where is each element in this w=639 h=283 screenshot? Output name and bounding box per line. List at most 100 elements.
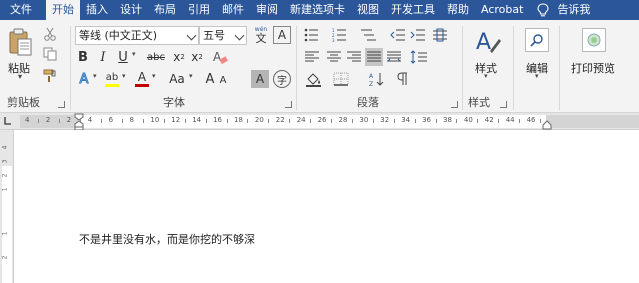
styles-launcher-icon[interactable] <box>500 101 507 108</box>
menu-new-tab[interactable]: 新建选项卡 <box>284 0 351 20</box>
align-right-icon[interactable] <box>345 48 363 66</box>
ruler-tick <box>268 119 269 123</box>
line-spacing-icon[interactable] <box>409 48 429 66</box>
shrink-font-button[interactable]: A <box>217 73 229 88</box>
bullets-icon[interactable] <box>303 26 323 44</box>
char-shading-button[interactable]: A <box>251 70 269 88</box>
ruler-number: 2 <box>66 116 72 124</box>
document-paragraph[interactable]: 不是井里没有水，而是你挖的不够深 <box>79 231 255 247</box>
styles-dropdown-icon[interactable]: ▾ <box>484 72 488 80</box>
menu-references[interactable]: 引用 <box>182 0 216 20</box>
menu-help[interactable]: 帮助 <box>441 0 475 20</box>
text-effect-dropdown-icon[interactable]: ▾ <box>93 72 97 80</box>
lightbulb-icon[interactable] <box>537 0 551 20</box>
grow-font-button[interactable]: A <box>203 70 217 88</box>
font-name-combo[interactable]: 等线 (中文正文) <box>75 26 199 45</box>
chinese-layout-icon[interactable] <box>431 26 449 44</box>
highlight-button[interactable]: ab <box>103 70 121 88</box>
change-case-button[interactable]: Aa <box>166 70 188 88</box>
ruler-number: 16 <box>213 116 223 124</box>
svg-text:Z: Z <box>369 81 373 87</box>
tell-me-search[interactable]: 告诉我 <box>551 0 596 20</box>
search-icon[interactable] <box>525 28 549 52</box>
italic-button[interactable]: I <box>95 48 111 66</box>
menu-review[interactable]: 审阅 <box>250 0 284 20</box>
ruler-tick <box>456 119 457 123</box>
subscript-button[interactable]: x2 <box>171 48 187 66</box>
tab-selector-icon[interactable] <box>3 116 14 127</box>
ruler-tick <box>331 119 332 123</box>
ruler-number: 22 <box>275 116 285 124</box>
char-border-button[interactable]: A <box>273 26 291 44</box>
copy-icon[interactable] <box>42 46 58 62</box>
increase-indent-icon[interactable] <box>409 26 427 44</box>
phonetic-guide-button[interactable]: wén 文 <box>251 24 271 46</box>
distributed-icon[interactable] <box>385 48 403 66</box>
multilevel-list-icon[interactable] <box>359 26 379 44</box>
menu-bar: 文件 开始 插入 设计 布局 引用 邮件 审阅 新建选项卡 视图 开发工具 帮助… <box>0 0 639 20</box>
ruler-tick <box>206 119 207 123</box>
clipboard-launcher-icon[interactable] <box>58 101 65 108</box>
ruler-number: 4 <box>25 116 30 124</box>
menu-insert[interactable]: 插入 <box>80 0 114 20</box>
borders-icon[interactable] <box>331 70 351 88</box>
superscript-button[interactable]: x2 <box>189 48 205 66</box>
ruler-number: 42 <box>484 116 494 124</box>
justify-icon[interactable] <box>365 48 383 66</box>
right-indent-marker[interactable] <box>542 119 552 130</box>
ruler-number: 32 <box>380 116 390 124</box>
subscript-letter: x <box>173 50 181 64</box>
sort-icon[interactable]: AZ <box>367 70 387 88</box>
paragraph-launcher-icon[interactable] <box>451 101 458 108</box>
first-line-indent-marker[interactable] <box>74 113 84 130</box>
menu-home[interactable]: 开始 <box>46 0 80 20</box>
svg-text:3: 3 <box>332 38 335 42</box>
editing-dropdown-icon[interactable]: ▾ <box>535 72 539 80</box>
enclose-char-button[interactable]: 字 <box>273 70 291 88</box>
menu-acrobat[interactable]: Acrobat <box>475 0 529 20</box>
ruler-text-area <box>78 115 546 128</box>
numbering-icon[interactable]: 123 <box>331 26 351 44</box>
menu-view[interactable]: 视图 <box>351 0 385 20</box>
vruler-number: 2 <box>1 255 9 260</box>
editing-group: 编辑 ▾ <box>514 20 559 113</box>
bold-button[interactable]: B <box>75 48 91 66</box>
font-launcher-icon[interactable] <box>285 101 292 108</box>
change-case-dropdown-icon[interactable]: ▾ <box>189 72 193 80</box>
print-preview-label[interactable]: 打印预览 <box>571 60 615 76</box>
print-preview-icon[interactable] <box>582 28 606 52</box>
styles-icon[interactable]: A <box>473 26 503 56</box>
paste-button[interactable] <box>6 26 36 58</box>
text-effect-button[interactable]: A <box>75 70 93 88</box>
font-size-value: 五号 <box>203 29 225 42</box>
ruler-tick <box>373 119 374 123</box>
align-center-icon[interactable] <box>325 48 343 66</box>
document-page[interactable]: 不是井里没有水，而是你挖的不够深 <box>15 131 639 283</box>
menu-mailings[interactable]: 邮件 <box>216 0 250 20</box>
underline-button[interactable]: U <box>115 48 131 66</box>
font-color-dropdown-icon[interactable]: ▾ <box>152 72 156 80</box>
paragraph-group-label: 段落 <box>357 96 379 109</box>
strikethrough-button[interactable]: abc <box>145 48 167 66</box>
menu-design[interactable]: 设计 <box>114 0 148 20</box>
horizontal-ruler[interactable]: 4 2 2 4 6 8 10 12 14 16 18 20 22 24 26 28 30 32 34 36 38 40 42… <box>0 113 639 130</box>
font-size-combo[interactable]: 五号 <box>199 26 247 45</box>
ruler-number: 40 <box>463 116 473 124</box>
clear-formatting-icon[interactable]: A <box>211 48 229 66</box>
format-painter-icon[interactable] <box>42 68 58 84</box>
underline-dropdown-icon[interactable]: ▾ <box>132 50 136 58</box>
font-color-button[interactable]: A <box>133 70 151 88</box>
show-marks-icon[interactable] <box>393 70 413 88</box>
paste-dropdown-icon[interactable]: ▾ <box>18 72 22 81</box>
highlight-dropdown-icon[interactable]: ▾ <box>122 72 126 80</box>
align-left-icon[interactable] <box>303 48 321 66</box>
shading-icon[interactable] <box>303 70 325 88</box>
text-effect-letter: A <box>79 71 89 87</box>
menu-developer[interactable]: 开发工具 <box>385 0 441 20</box>
menu-layout[interactable]: 布局 <box>148 0 182 20</box>
decrease-indent-icon[interactable] <box>389 26 407 44</box>
menu-file[interactable]: 文件 <box>0 0 46 20</box>
cut-icon[interactable] <box>42 26 58 42</box>
ruler-tick <box>247 119 248 123</box>
vertical-ruler[interactable]: 4 3 2 1 1 2 <box>0 130 14 283</box>
